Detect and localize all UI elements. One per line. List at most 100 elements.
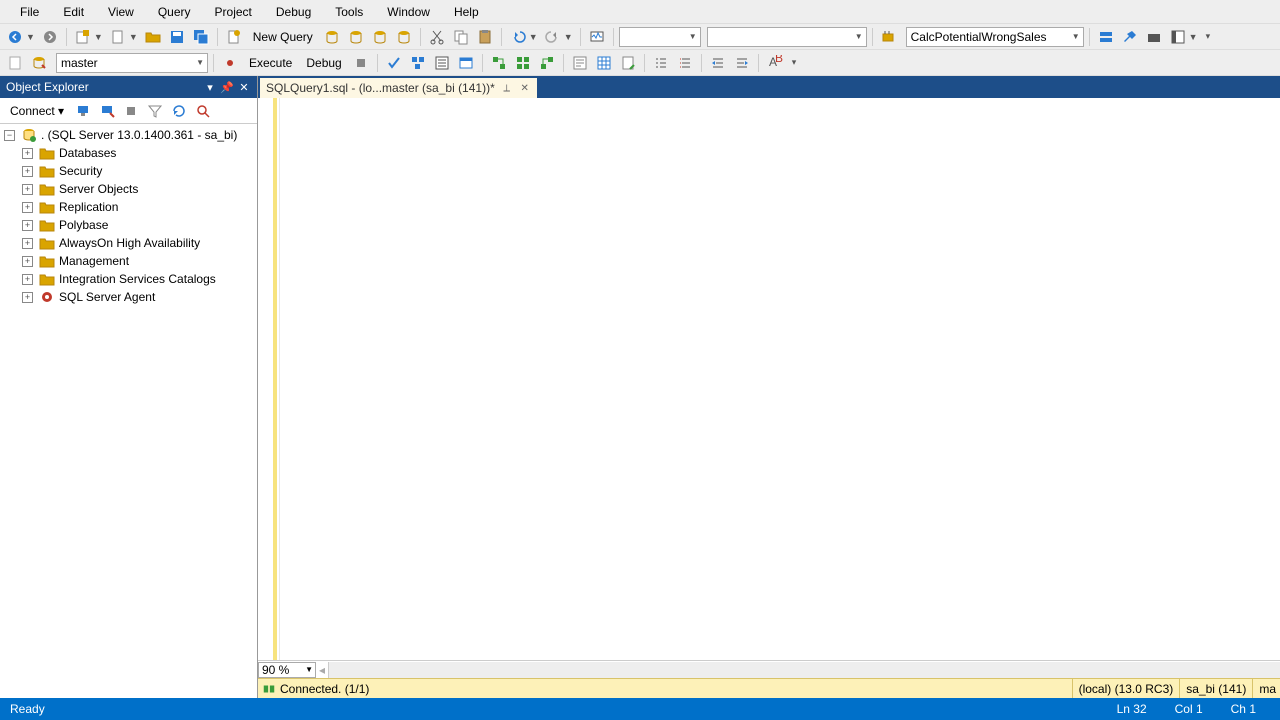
db-query-icon[interactable] <box>345 26 367 48</box>
menu-window[interactable]: Window <box>375 2 442 22</box>
menu-file[interactable]: File <box>8 2 51 22</box>
disconnect-icon[interactable] <box>96 100 118 122</box>
execute-button[interactable]: Execute <box>243 56 298 70</box>
search-icon[interactable] <box>192 100 214 122</box>
save-all-icon[interactable] <box>190 26 212 48</box>
tree-node-server-objects[interactable]: +Server Objects <box>0 180 257 198</box>
dropdown-icon[interactable]: ▼ <box>1189 32 1198 42</box>
open-icon[interactable] <box>142 26 164 48</box>
database-combo[interactable]: master▼ <box>56 53 208 73</box>
stop-icon[interactable] <box>120 100 142 122</box>
db-query-icon[interactable] <box>369 26 391 48</box>
execute-icon[interactable] <box>219 52 241 74</box>
connect-button[interactable]: Connect ▾ <box>4 104 70 118</box>
expand-icon[interactable]: + <box>22 220 33 231</box>
procedure-combo[interactable]: CalcPotentialWrongSales▼ <box>906 27 1084 47</box>
activity-monitor-icon[interactable] <box>586 26 608 48</box>
tree-node-security[interactable]: +Security <box>0 162 257 180</box>
expand-icon[interactable]: + <box>22 256 33 267</box>
specify-values-icon[interactable]: AB <box>764 52 786 74</box>
menu-help[interactable]: Help <box>442 2 491 22</box>
window-position-icon[interactable]: ▾ <box>203 80 217 94</box>
expand-icon[interactable]: + <box>22 202 33 213</box>
properties-icon[interactable] <box>1119 26 1141 48</box>
tab-sqlquery1[interactable]: SQLQuery1.sql - (lo...master (sa_bi (141… <box>260 78 537 98</box>
estimated-plan-icon[interactable] <box>407 52 429 74</box>
menu-debug[interactable]: Debug <box>264 2 323 22</box>
comment-icon[interactable] <box>650 52 672 74</box>
live-stats-icon[interactable] <box>512 52 534 74</box>
connect-server-icon[interactable] <box>72 100 94 122</box>
expand-icon[interactable]: + <box>22 184 33 195</box>
expand-icon[interactable]: + <box>22 166 33 177</box>
change-connection-icon[interactable] <box>4 52 26 74</box>
expand-icon[interactable]: + <box>22 238 33 249</box>
parse-icon[interactable] <box>383 52 405 74</box>
pin-icon[interactable]: ⟂ <box>501 82 513 94</box>
template-icon[interactable] <box>1143 26 1165 48</box>
nav-forward-icon[interactable] <box>39 26 61 48</box>
db-query-icon[interactable] <box>321 26 343 48</box>
code-area[interactable] <box>280 98 1280 660</box>
available-db-icon[interactable] <box>28 52 50 74</box>
results-file-icon[interactable] <box>617 52 639 74</box>
object-tree[interactable]: − . (SQL Server 13.0.1400.361 - sa_bi) +… <box>0 124 257 698</box>
code-editor[interactable] <box>258 98 1280 660</box>
menu-tools[interactable]: Tools <box>323 2 375 22</box>
filter-icon[interactable] <box>144 100 166 122</box>
solution-config-combo[interactable]: ▼ <box>619 27 701 47</box>
overflow-icon[interactable]: ▾ <box>1206 31 1211 42</box>
dropdown-icon[interactable]: ▼ <box>94 32 103 42</box>
close-icon[interactable]: ✕ <box>519 82 531 94</box>
menu-edit[interactable]: Edit <box>51 2 96 22</box>
expand-icon[interactable]: + <box>22 274 33 285</box>
new-item-icon[interactable] <box>107 26 129 48</box>
save-icon[interactable] <box>166 26 188 48</box>
tree-node-isc[interactable]: +Integration Services Catalogs <box>0 270 257 288</box>
cut-icon[interactable] <box>426 26 448 48</box>
stop-icon[interactable] <box>350 52 372 74</box>
expand-icon[interactable]: + <box>22 292 33 303</box>
dropdown-icon[interactable]: ▼ <box>129 32 138 42</box>
close-icon[interactable]: ✕ <box>237 80 251 94</box>
collapse-icon[interactable]: − <box>4 130 15 141</box>
debug-button[interactable]: Debug <box>300 56 347 70</box>
actual-plan-icon[interactable] <box>488 52 510 74</box>
paste-icon[interactable] <box>474 26 496 48</box>
nav-back-icon[interactable] <box>4 26 26 48</box>
intellisense-icon[interactable] <box>455 52 477 74</box>
query-options-icon[interactable] <box>431 52 453 74</box>
undo-icon[interactable] <box>507 26 529 48</box>
menu-query[interactable]: Query <box>146 2 203 22</box>
object-explorer-icon[interactable] <box>1167 26 1189 48</box>
uncomment-icon[interactable] <box>674 52 696 74</box>
dropdown-icon[interactable]: ▼ <box>26 32 35 42</box>
tree-server-root[interactable]: − . (SQL Server 13.0.1400.361 - sa_bi) <box>0 126 257 144</box>
menu-project[interactable]: Project <box>203 2 264 22</box>
redo-icon[interactable] <box>542 26 564 48</box>
client-stats-icon[interactable] <box>536 52 558 74</box>
scroll-left-icon[interactable]: ◂ <box>316 663 328 677</box>
results-grid-icon[interactable] <box>593 52 615 74</box>
registered-servers-icon[interactable] <box>1095 26 1117 48</box>
new-query-button[interactable]: New Query <box>247 30 319 44</box>
dropdown-icon[interactable]: ▼ <box>529 32 538 42</box>
new-query-doc-icon[interactable] <box>223 26 245 48</box>
outdent-icon[interactable] <box>731 52 753 74</box>
tree-node-replication[interactable]: +Replication <box>0 198 257 216</box>
tree-node-databases[interactable]: +Databases <box>0 144 257 162</box>
refresh-icon[interactable] <box>168 100 190 122</box>
overflow-icon[interactable]: ▾ <box>792 57 797 68</box>
find-icon[interactable] <box>878 26 900 48</box>
indent-icon[interactable] <box>707 52 729 74</box>
menu-view[interactable]: View <box>96 2 146 22</box>
tree-node-polybase[interactable]: +Polybase <box>0 216 257 234</box>
horizontal-scrollbar[interactable] <box>328 662 1280 678</box>
tree-node-management[interactable]: +Management <box>0 252 257 270</box>
expand-icon[interactable]: + <box>22 148 33 159</box>
copy-icon[interactable] <box>450 26 472 48</box>
solution-platform-combo[interactable]: ▼ <box>707 27 867 47</box>
results-text-icon[interactable] <box>569 52 591 74</box>
tree-node-alwayson[interactable]: +AlwaysOn High Availability <box>0 234 257 252</box>
zoom-combo[interactable]: 90 %▼ <box>258 662 316 678</box>
